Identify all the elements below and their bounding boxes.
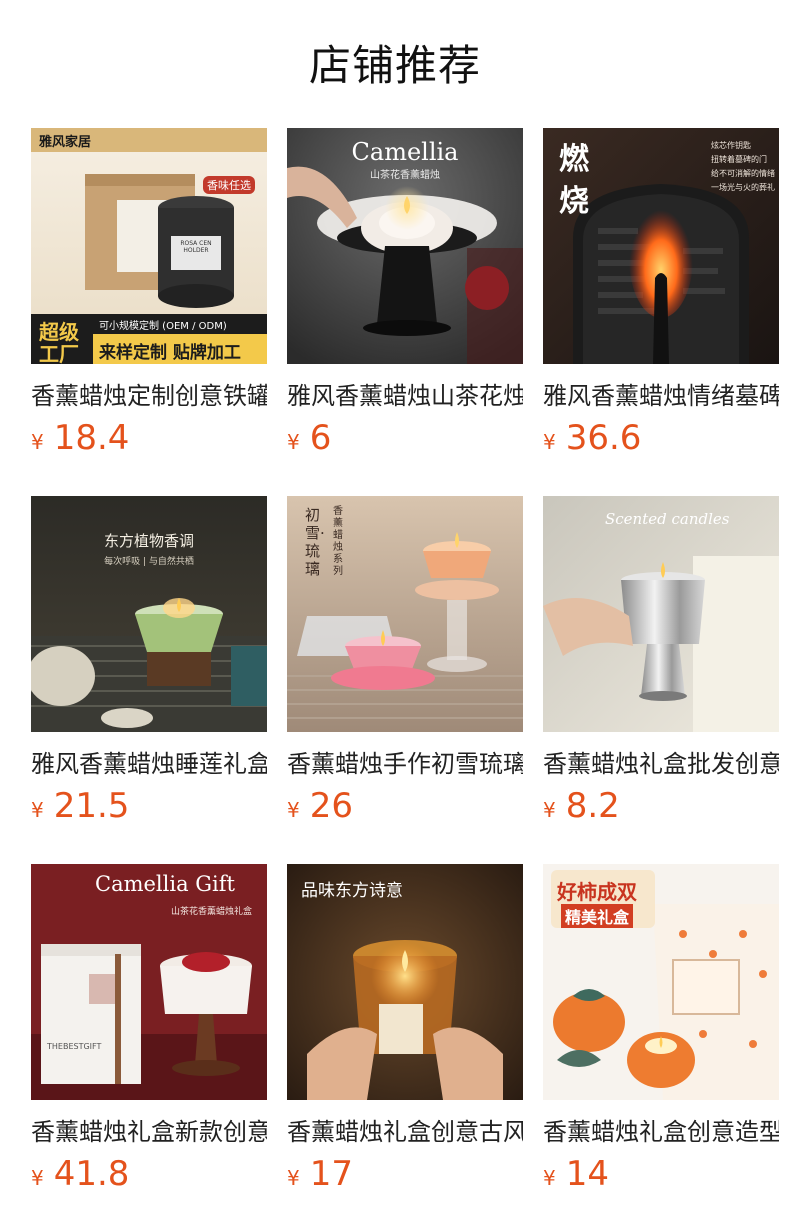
image-big-char-1: 燃: [559, 142, 589, 177]
product-name[interactable]: 香薰蜡烛礼盒创意古风: [287, 1112, 523, 1152]
product-name[interactable]: 香薰蜡烛礼盒新款创意: [31, 1112, 267, 1152]
image-banner: 来样定制 贴牌加工: [99, 343, 241, 363]
image-vertical-2: 香薰蜡烛系列: [333, 506, 343, 577]
product-price: ¥8.2: [543, 784, 620, 828]
image-box-text: THEBESTGIFT: [47, 1042, 102, 1051]
product-image-2[interactable]: Camellia 山茶花香薰蜡烛: [287, 128, 523, 364]
image-title: Camellia Gift: [95, 872, 235, 896]
product-image-4[interactable]: 东方植物香调 每次呼吸 | 与自然共栖: [31, 496, 267, 732]
product-image-8[interactable]: 品味东方诗意: [287, 864, 523, 1100]
currency-symbol: ¥: [543, 430, 556, 454]
product-price: ¥17: [287, 1152, 353, 1196]
image-top-text: 东方植物香调: [103, 532, 194, 550]
image-top-text: 品味东方诗意: [301, 881, 403, 901]
currency-symbol: ¥: [287, 1166, 300, 1190]
page-title: 店铺推荐: [308, 41, 481, 90]
image-line-4: 一场光与火的葬礼: [711, 183, 775, 192]
image-vertical-1: 初雪·琉璃: [305, 506, 325, 578]
product-name[interactable]: 香薰蜡烛定制创意铁罐: [31, 376, 267, 416]
product-price: ¥26: [287, 784, 353, 828]
currency-symbol: ¥: [287, 798, 300, 822]
image-badge-2: 工厂: [39, 342, 79, 364]
image-subtitle: 山茶花香薰蜡烛: [370, 170, 440, 181]
product-image-1[interactable]: 雅风家居 香味任选 ROSA CEN HOLDER 超级 工厂 可小规模定制 (…: [31, 128, 267, 364]
product-price: ¥41.8: [31, 1152, 129, 1196]
currency-symbol: ¥: [543, 1166, 556, 1190]
currency-symbol: ¥: [31, 798, 44, 822]
product-name[interactable]: 雅风香薰蜡烛睡莲礼盒: [31, 744, 267, 784]
image-brand-label: 雅风家居: [39, 135, 92, 150]
product-price: ¥14: [543, 1152, 609, 1196]
image-title: Camellia: [351, 138, 459, 166]
image-line-2: 扭转着墓碑的门: [711, 155, 767, 164]
image-line-2: 精美礼盒: [561, 904, 634, 928]
image-script-text: Scented candles: [605, 510, 730, 528]
price-amount: 6: [309, 418, 332, 458]
product-name[interactable]: 香薰蜡烛礼盒批发创意: [543, 744, 779, 784]
product-image-9[interactable]: 好柿成双 精美礼盒: [543, 864, 779, 1100]
product-price: ¥6: [287, 416, 331, 460]
image-product-label: ROSA CEN HOLDER: [180, 240, 212, 254]
product-image-3[interactable]: 燃 烧 炫芯作钥匙 扭转着墓碑的门 给不可消解的情绪 一场光与火的葬礼: [543, 128, 779, 364]
price-amount: 18.4: [53, 418, 130, 458]
product-name[interactable]: 香薰蜡烛礼盒创意造型: [543, 1112, 779, 1152]
image-line-1: 炫芯作钥匙: [711, 141, 751, 150]
price-amount: 36.6: [565, 418, 642, 458]
price-amount: 26: [309, 786, 353, 826]
currency-symbol: ¥: [31, 1166, 44, 1190]
currency-symbol: ¥: [543, 798, 556, 822]
price-amount: 41.8: [53, 1154, 130, 1194]
image-tag: 香味任选: [203, 176, 255, 194]
product-price: ¥18.4: [31, 416, 129, 460]
product-price: ¥36.6: [543, 416, 641, 460]
product-name[interactable]: 雅风香薰蜡烛山茶花烛台: [287, 376, 523, 416]
image-line1: 可小规模定制 (OEM / ODM): [99, 321, 227, 332]
price-amount: 21.5: [53, 786, 130, 826]
product-name[interactable]: 雅风香薰蜡烛情绪墓碑: [543, 376, 779, 416]
image-subtitle: 山茶花香薰蜡烛礼盒: [171, 907, 253, 917]
product-image-6[interactable]: Scented candles: [543, 496, 779, 732]
product-name[interactable]: 香薰蜡烛手作初雪琉璃: [287, 744, 523, 784]
image-line-1: 好柿成双: [557, 880, 637, 904]
price-amount: 14: [565, 1154, 609, 1194]
image-sub-text: 每次呼吸 | 与自然共栖: [104, 557, 194, 567]
product-price: ¥21.5: [31, 784, 129, 828]
price-amount: 8.2: [565, 786, 620, 826]
image-big-char-2: 烧: [559, 184, 589, 219]
product-image-5[interactable]: 初雪·琉璃 香薰蜡烛系列: [287, 496, 523, 732]
currency-symbol: ¥: [287, 430, 300, 454]
image-line-3: 给不可消解的情绪: [711, 169, 775, 178]
currency-symbol: ¥: [31, 430, 44, 454]
product-image-7[interactable]: Camellia Gift 山茶花香薰蜡烛礼盒 THEBESTGIFT: [31, 864, 267, 1100]
store-recommendations-page: 店铺推荐 雅风家居 香味任选 ROSA CEN HOLDER 超级 工厂 可小规…: [0, 0, 790, 1232]
price-amount: 17: [309, 1154, 353, 1194]
